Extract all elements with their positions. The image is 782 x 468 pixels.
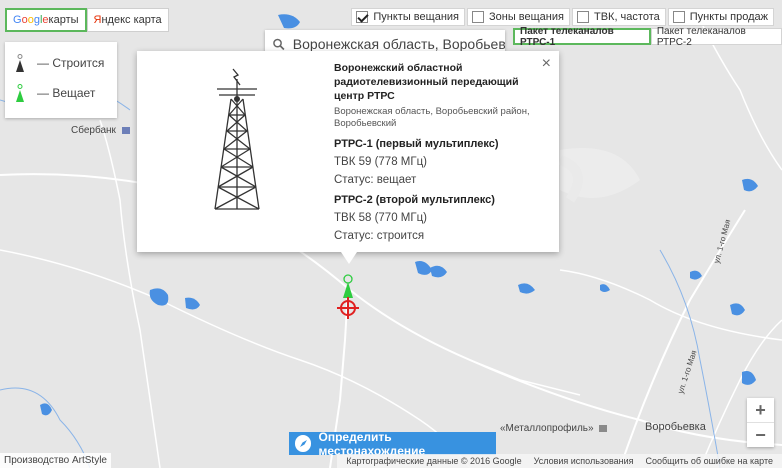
- place-label-sberbank: Сбербанк: [71, 125, 130, 136]
- tower-marker-icon: [343, 282, 353, 298]
- station-address: Воронежская область, Воробьевский район,…: [334, 106, 530, 129]
- tab-yandex-maps[interactable]: Яндекс карта: [86, 8, 169, 32]
- layer-toggle-channel-frequency[interactable]: ТВК, частота: [571, 8, 666, 26]
- mux-2-status: Статус: строится: [334, 230, 425, 242]
- info-window: × Воронежский областной радиотелевизионн…: [137, 51, 559, 264]
- tab-google-maps[interactable]: Google карты: [5, 8, 87, 32]
- zoom-controls: + −: [747, 398, 774, 447]
- search-input[interactable]: Воронежская область, Воробьевс…: [293, 36, 505, 52]
- package-tabs: Пакет телеканалов РТРС-1 Пакет телеканал…: [513, 26, 782, 48]
- place-label-vorobyevka: Воробьевка: [645, 421, 706, 433]
- layer-label: Пункты вещания: [373, 11, 459, 23]
- tower-building-icon: [16, 54, 24, 72]
- map-provider-tabs: Google карты Яндекс карта: [5, 8, 169, 32]
- crosshair-icon: [337, 297, 359, 319]
- place-label-text: Сбербанк: [71, 125, 116, 136]
- layer-toggles: Пункты вещания Зоны вещания ТВК, частота…: [349, 8, 774, 26]
- info-body: Воронежский областной радиотелевизионный…: [334, 61, 534, 242]
- zoom-out-button[interactable]: −: [747, 423, 774, 447]
- yandex-tab-label: ндекс карта: [101, 14, 162, 26]
- layer-toggle-broadcast-zones[interactable]: Зоны вещания: [467, 8, 570, 26]
- zoom-in-button[interactable]: +: [747, 398, 774, 422]
- tower-broadcasting-icon: [16, 84, 24, 102]
- report-error-link[interactable]: Сообщить об ошибке на карте: [646, 456, 773, 466]
- checkbox-checked-icon[interactable]: [356, 11, 369, 23]
- checkbox-icon[interactable]: [472, 11, 484, 23]
- place-label-text: «Металлопрофиль»: [500, 423, 594, 434]
- legend-row-broadcasting: — Вещает: [15, 84, 95, 102]
- mux-2-name: РТРС-2 (второй мультиплекс): [334, 194, 495, 206]
- search-icon: [273, 38, 285, 50]
- place-label-metalloprofil: «Металлопрофиль»: [500, 423, 608, 434]
- google-letter: G: [13, 14, 22, 26]
- google-tab-suffix: карты: [48, 14, 79, 26]
- map-attribution: Картографические данные © 2016 Google Ус…: [337, 454, 782, 468]
- layer-toggle-sales-points[interactable]: Пункты продаж: [667, 8, 774, 26]
- mux-1-status: Статус: вещает: [334, 174, 417, 186]
- layer-toggle-broadcast-points[interactable]: Пункты вещания: [351, 8, 465, 26]
- layer-label: ТВК, частота: [593, 11, 660, 23]
- business-icon: [599, 424, 608, 432]
- checkbox-icon[interactable]: [576, 11, 589, 23]
- layer-label: Пункты продаж: [689, 11, 768, 23]
- locate-me-button[interactable]: Определить местонахождение: [289, 430, 496, 458]
- tab-package-rtrs-1[interactable]: Пакет телеканалов РТРС-1: [513, 26, 651, 48]
- station-title: Воронежский областной радиотелевизионный…: [334, 62, 519, 102]
- close-icon[interactable]: ×: [542, 56, 551, 72]
- terms-link[interactable]: Условия использования: [534, 456, 634, 466]
- compass-icon: [295, 435, 312, 452]
- mux-2-channel: ТВК 58 (770 МГц): [334, 212, 428, 224]
- mux-1-name: РТРС-1 (первый мультиплекс): [334, 138, 499, 150]
- checkbox-icon[interactable]: [672, 11, 685, 23]
- legend: — Строится — Вещает: [5, 42, 117, 118]
- site-credit[interactable]: Производство ArtStyle: [0, 453, 111, 468]
- yandex-letter: Я: [93, 14, 102, 26]
- mux-1-channel: ТВК 59 (778 МГц): [334, 156, 428, 168]
- legend-building-label: — Строится: [37, 56, 105, 70]
- tower-marker[interactable]: [332, 272, 366, 324]
- bank-icon: [121, 126, 130, 134]
- layer-label: Зоны вещания: [489, 11, 564, 23]
- legend-row-building: — Строится: [15, 54, 104, 72]
- map-data-credit: Картографические данные © 2016 Google: [346, 456, 522, 466]
- tab-package-rtrs-2[interactable]: Пакет телеканалов РТРС-2: [650, 26, 782, 48]
- legend-broadcasting-label: — Вещает: [37, 86, 96, 100]
- radio-tower-icon: [214, 68, 260, 210]
- tower-marker-signal-icon: [343, 274, 353, 284]
